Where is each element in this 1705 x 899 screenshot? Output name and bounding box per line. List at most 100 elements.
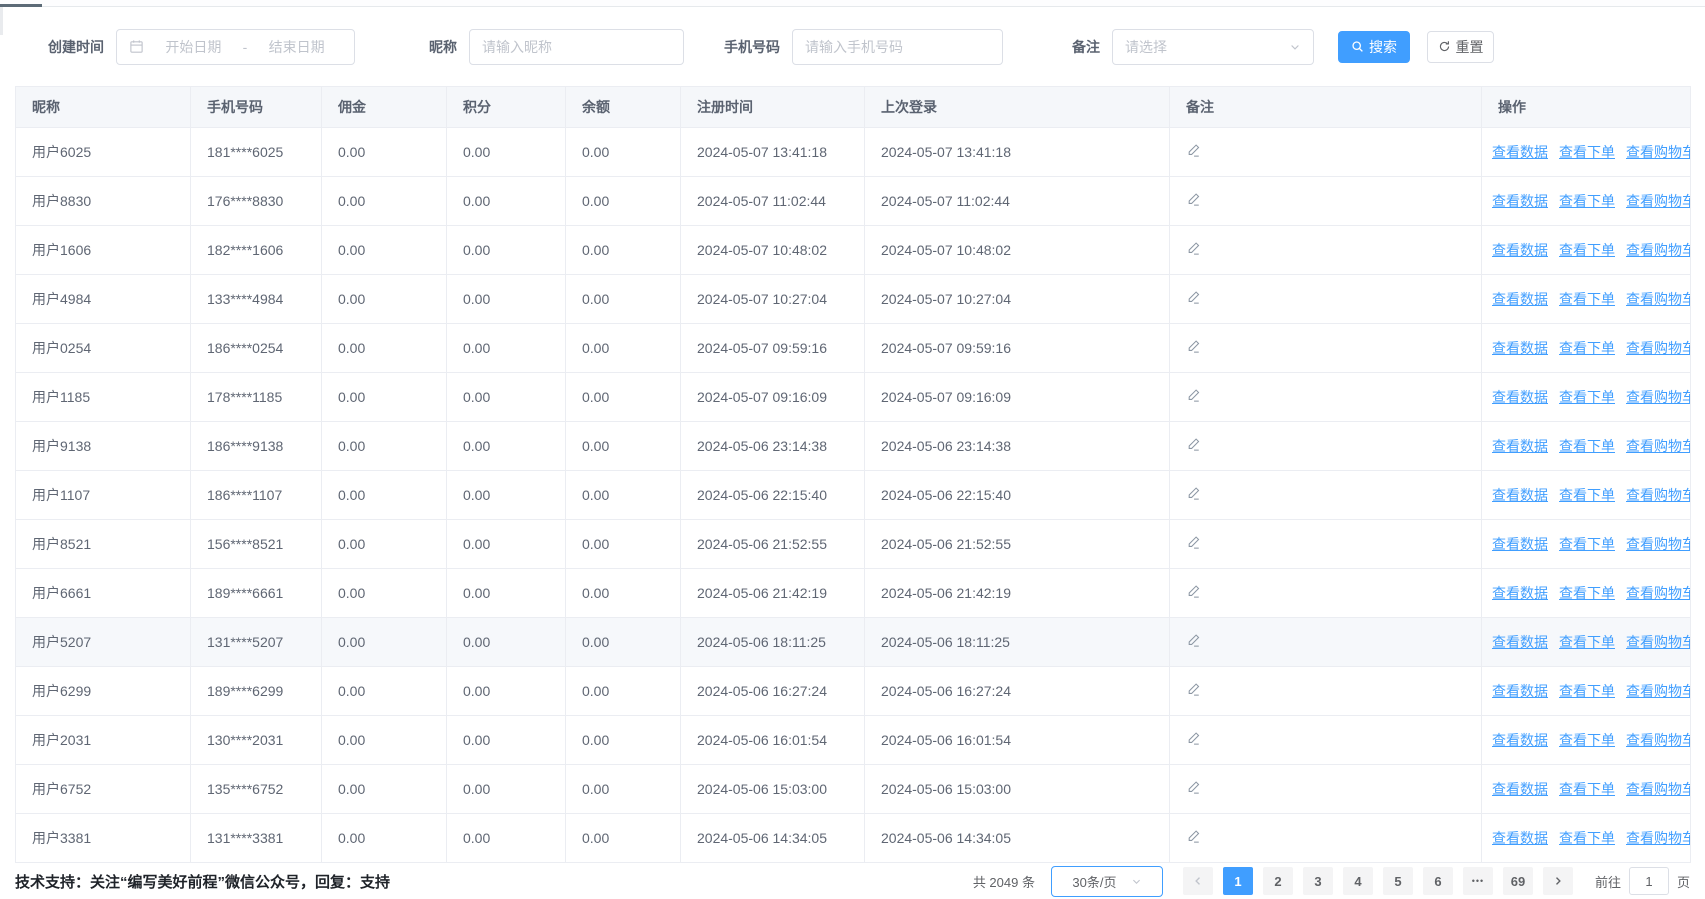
view-orders-link[interactable]: 查看下单 xyxy=(1559,389,1615,405)
next-page-button[interactable] xyxy=(1543,867,1573,895)
chevron-right-icon xyxy=(1552,875,1564,887)
page-size-select[interactable]: 30条/页 xyxy=(1051,866,1163,897)
view-cart-link[interactable]: 查看购物车 xyxy=(1626,242,1691,258)
nickname-input[interactable] xyxy=(469,29,684,65)
view-data-link[interactable]: 查看数据 xyxy=(1492,585,1548,601)
cell-actions: 查看数据查看下单查看购物车 xyxy=(1482,471,1691,520)
view-orders-link[interactable]: 查看下单 xyxy=(1559,340,1615,356)
edit-remark-icon[interactable] xyxy=(1186,486,1201,501)
end-date-placeholder[interactable]: 结束日期 xyxy=(251,37,342,57)
view-orders-link[interactable]: 查看下单 xyxy=(1559,536,1615,552)
reset-button[interactable]: 重置 xyxy=(1427,31,1494,63)
cell-commission: 0.00 xyxy=(322,569,447,618)
view-data-link[interactable]: 查看数据 xyxy=(1492,242,1548,258)
view-cart-link[interactable]: 查看购物车 xyxy=(1626,340,1691,356)
view-orders-link[interactable]: 查看下单 xyxy=(1559,830,1615,846)
table-row: 用户3381 131****3381 0.00 0.00 0.00 2024-0… xyxy=(16,814,1691,863)
edit-remark-icon[interactable] xyxy=(1186,682,1201,697)
edit-remark-icon[interactable] xyxy=(1186,535,1201,550)
page-button-6[interactable]: 6 xyxy=(1423,867,1453,895)
cell-last-login: 2024-05-06 16:27:24 xyxy=(865,667,1170,716)
edit-remark-icon[interactable] xyxy=(1186,584,1201,599)
view-data-link[interactable]: 查看数据 xyxy=(1492,193,1548,209)
page-button-3[interactable]: 3 xyxy=(1303,867,1333,895)
search-button[interactable]: 搜索 xyxy=(1338,31,1410,63)
remark-label: 备注 xyxy=(1072,37,1100,57)
edit-remark-icon[interactable] xyxy=(1186,339,1201,354)
view-orders-link[interactable]: 查看下单 xyxy=(1559,634,1615,650)
edit-remark-icon[interactable] xyxy=(1186,437,1201,452)
view-data-link[interactable]: 查看数据 xyxy=(1492,634,1548,650)
view-orders-link[interactable]: 查看下单 xyxy=(1559,438,1615,454)
cell-actions: 查看数据查看下单查看购物车 xyxy=(1482,422,1691,471)
view-cart-link[interactable]: 查看购物车 xyxy=(1626,683,1691,699)
view-cart-link[interactable]: 查看购物车 xyxy=(1626,634,1691,650)
start-date-placeholder[interactable]: 开始日期 xyxy=(148,37,239,57)
view-cart-link[interactable]: 查看购物车 xyxy=(1626,144,1691,160)
view-orders-link[interactable]: 查看下单 xyxy=(1559,683,1615,699)
view-data-link[interactable]: 查看数据 xyxy=(1492,781,1548,797)
cell-balance: 0.00 xyxy=(566,814,681,863)
edit-remark-icon[interactable] xyxy=(1186,633,1201,648)
cell-remark xyxy=(1170,471,1482,520)
cell-last-login: 2024-05-07 09:59:16 xyxy=(865,324,1170,373)
remark-select-placeholder: 请选择 xyxy=(1125,37,1167,57)
cell-nickname: 用户8830 xyxy=(16,177,191,226)
view-data-link[interactable]: 查看数据 xyxy=(1492,487,1548,503)
remark-select[interactable]: 请选择 xyxy=(1112,29,1314,65)
view-data-link[interactable]: 查看数据 xyxy=(1492,683,1548,699)
view-cart-link[interactable]: 查看购物车 xyxy=(1626,389,1691,405)
prev-page-button[interactable] xyxy=(1183,867,1213,895)
page-button-4[interactable]: 4 xyxy=(1343,867,1373,895)
view-data-link[interactable]: 查看数据 xyxy=(1492,144,1548,160)
view-cart-link[interactable]: 查看购物车 xyxy=(1626,438,1691,454)
view-cart-link[interactable]: 查看购物车 xyxy=(1626,536,1691,552)
table-row: 用户8830 176****8830 0.00 0.00 0.00 2024-0… xyxy=(16,177,1691,226)
view-orders-link[interactable]: 查看下单 xyxy=(1559,585,1615,601)
goto-page-input[interactable] xyxy=(1629,867,1669,895)
view-data-link[interactable]: 查看数据 xyxy=(1492,389,1548,405)
view-data-link[interactable]: 查看数据 xyxy=(1492,830,1548,846)
table-row: 用户9138 186****9138 0.00 0.00 0.00 2024-0… xyxy=(16,422,1691,471)
edit-remark-icon[interactable] xyxy=(1186,241,1201,256)
cell-remark xyxy=(1170,373,1482,422)
cell-points: 0.00 xyxy=(447,422,566,471)
page-button-2[interactable]: 2 xyxy=(1263,867,1293,895)
view-cart-link[interactable]: 查看购物车 xyxy=(1626,193,1691,209)
view-cart-link[interactable]: 查看购物车 xyxy=(1626,830,1691,846)
view-orders-link[interactable]: 查看下单 xyxy=(1559,732,1615,748)
edit-remark-icon[interactable] xyxy=(1186,388,1201,403)
created-time-range-picker[interactable]: 开始日期 - 结束日期 xyxy=(116,29,355,65)
view-cart-link[interactable]: 查看购物车 xyxy=(1626,732,1691,748)
view-orders-link[interactable]: 查看下单 xyxy=(1559,291,1615,307)
cell-register-time: 2024-05-06 14:34:05 xyxy=(681,814,865,863)
view-cart-link[interactable]: 查看购物车 xyxy=(1626,291,1691,307)
phone-input[interactable] xyxy=(792,29,1003,65)
view-orders-link[interactable]: 查看下单 xyxy=(1559,144,1615,160)
view-data-link[interactable]: 查看数据 xyxy=(1492,438,1548,454)
page-button-1[interactable]: 1 xyxy=(1223,867,1253,895)
view-data-link[interactable]: 查看数据 xyxy=(1492,536,1548,552)
edit-remark-icon[interactable] xyxy=(1186,780,1201,795)
view-orders-link[interactable]: 查看下单 xyxy=(1559,781,1615,797)
pager-ellipsis[interactable]: ••• xyxy=(1463,867,1493,895)
edit-remark-icon[interactable] xyxy=(1186,731,1201,746)
page-button-5[interactable]: 5 xyxy=(1383,867,1413,895)
view-data-link[interactable]: 查看数据 xyxy=(1492,291,1548,307)
view-cart-link[interactable]: 查看购物车 xyxy=(1626,585,1691,601)
edit-remark-icon[interactable] xyxy=(1186,829,1201,844)
table-row: 用户8521 156****8521 0.00 0.00 0.00 2024-0… xyxy=(16,520,1691,569)
view-cart-link[interactable]: 查看购物车 xyxy=(1626,781,1691,797)
view-cart-link[interactable]: 查看购物车 xyxy=(1626,487,1691,503)
view-data-link[interactable]: 查看数据 xyxy=(1492,732,1548,748)
page-button-69[interactable]: 69 xyxy=(1503,867,1533,895)
cell-last-login: 2024-05-06 22:15:40 xyxy=(865,471,1170,520)
view-data-link[interactable]: 查看数据 xyxy=(1492,340,1548,356)
view-orders-link[interactable]: 查看下单 xyxy=(1559,193,1615,209)
cell-actions: 查看数据查看下单查看购物车 xyxy=(1482,618,1691,667)
edit-remark-icon[interactable] xyxy=(1186,290,1201,305)
edit-remark-icon[interactable] xyxy=(1186,192,1201,207)
view-orders-link[interactable]: 查看下单 xyxy=(1559,487,1615,503)
edit-remark-icon[interactable] xyxy=(1186,143,1201,158)
view-orders-link[interactable]: 查看下单 xyxy=(1559,242,1615,258)
